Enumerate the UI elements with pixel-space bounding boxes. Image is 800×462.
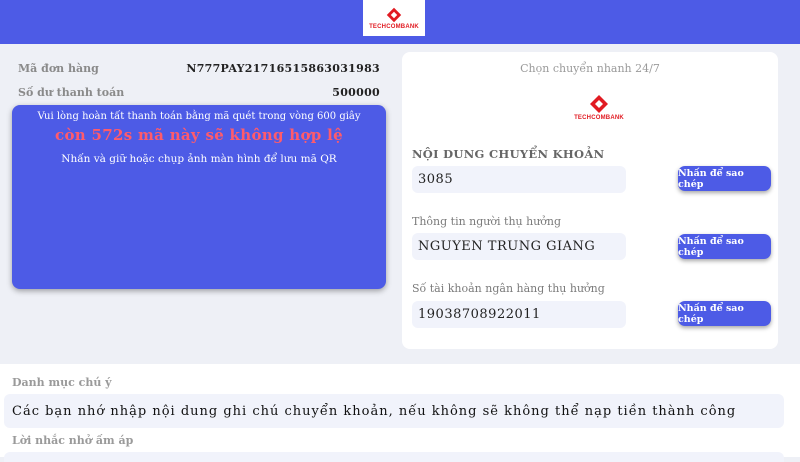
content-label: NỘI DUNG CHUYỂN KHOẢN (412, 147, 605, 161)
reminder-title: Lời nhắc nhở ấm áp (12, 434, 134, 447)
beneficiary-field[interactable]: NGUYEN TRUNG GIANG (412, 233, 626, 260)
reminder-box (4, 452, 784, 462)
save-qr-hint: Nhấn và giữ hoặc chụp ảnh màn hình để lư… (61, 153, 337, 165)
content-field[interactable]: 3085 (412, 166, 626, 193)
order-id-label: Mã đơn hàng (18, 61, 99, 75)
notes-title: Danh mục chú ý (12, 376, 112, 389)
balance-value: 500000 (332, 85, 380, 99)
notes-panel: Danh mục chú ý Các bạn nhớ nhập nội dung… (0, 364, 800, 462)
notes-box: Các bạn nhớ nhập nội dung ghi chú chuyển… (4, 394, 784, 428)
top-bar: TECHCOMBANK (0, 0, 800, 44)
beneficiary-label: Thông tin người thụ hưởng (412, 215, 562, 228)
techcombank-logo-icon (590, 95, 608, 113)
copy-account-button[interactable]: Nhấn để sao chép (678, 301, 771, 326)
bank-logo: TECHCOMBANK (363, 0, 425, 36)
qr-payment-card[interactable]: Vui lòng hoàn tất thanh toán bằng mã qué… (12, 105, 386, 289)
account-label: Số tài khoản ngân hàng thụ hưởng (412, 282, 605, 295)
beneficiary-value: NGUYEN TRUNG GIANG (418, 239, 596, 254)
transfer-bank-logo: TECHCOMBANK (574, 94, 624, 128)
content-value: 3085 (418, 172, 454, 187)
transfer-heading: Chọn chuyển nhanh 24/7 (520, 62, 660, 75)
order-id-value: N777PAY21716515863031983 (186, 61, 380, 75)
copy-content-button[interactable]: Nhấn để sao chép (678, 166, 771, 191)
account-value: 19038708922011 (418, 307, 541, 322)
payment-time-notice: Vui lòng hoàn tất thanh toán bằng mã qué… (37, 111, 361, 122)
transfer-panel: Chọn chuyển nhanh 24/7 TECHCOMBANK NỘI D… (402, 52, 778, 349)
countdown-text: còn 572s mã này sẽ không hợp lệ (55, 126, 343, 144)
order-id-row: Mã đơn hàng N777PAY21716515863031983 (10, 56, 388, 80)
balance-label: Số dư thanh toán (18, 85, 125, 99)
logo-text: TECHCOMBANK (369, 23, 419, 30)
account-field[interactable]: 19038708922011 (412, 301, 626, 328)
logo-text: TECHCOMBANK (574, 115, 624, 121)
balance-row: Số dư thanh toán 500000 (10, 80, 388, 104)
notes-text: Các bạn nhớ nhập nội dung ghi chú chuyển… (12, 403, 737, 419)
copy-beneficiary-button[interactable]: Nhấn để sao chép (678, 234, 771, 259)
techcombank-logo-icon (386, 7, 402, 22)
